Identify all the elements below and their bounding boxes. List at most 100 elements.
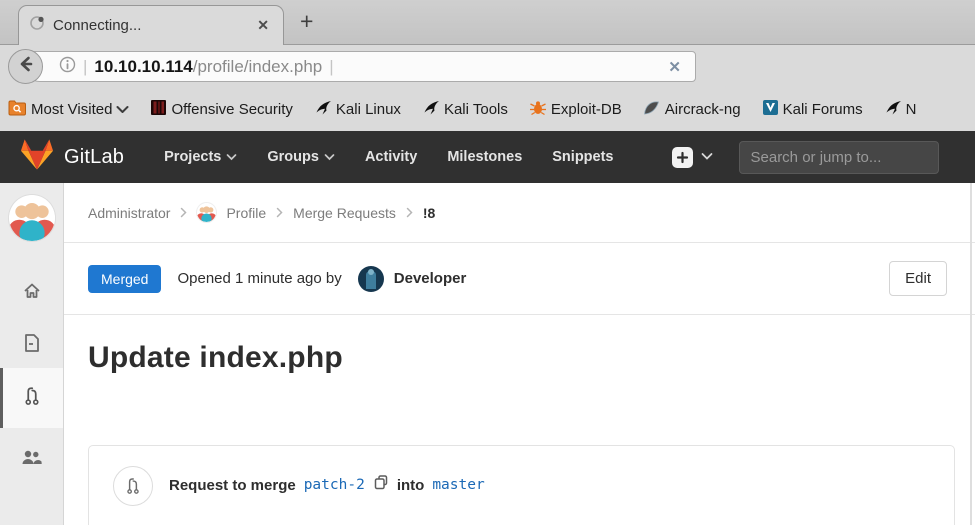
gitlab-navbar: GitLab Projects Groups Activity Mileston… bbox=[0, 131, 975, 183]
author-name[interactable]: Developer bbox=[394, 270, 467, 287]
chevron-down-icon bbox=[324, 149, 335, 165]
nav-label: Groups bbox=[267, 149, 319, 165]
target-branch-link[interactable]: master bbox=[432, 477, 484, 493]
into-text: into bbox=[397, 477, 425, 494]
bug-icon bbox=[529, 100, 547, 120]
nav-projects[interactable]: Projects bbox=[164, 149, 237, 165]
gitlab-brand-name: GitLab bbox=[64, 146, 124, 169]
browser-toolbar: | 10.10.10.114 /profile/index.php | ✕ bbox=[0, 44, 975, 88]
breadcrumb-merge-requests[interactable]: Merge Requests bbox=[293, 205, 396, 221]
kali-dragon-icon bbox=[884, 100, 902, 120]
bookmark-kali-linux[interactable]: Kali Linux bbox=[314, 100, 401, 120]
bookmark-offensive-security[interactable]: Offensive Security bbox=[150, 99, 292, 120]
bookmark-label: Offensive Security bbox=[171, 101, 292, 118]
bookmark-label: Exploit-DB bbox=[551, 101, 622, 118]
opened-text: Opened 1 minute ago by bbox=[177, 270, 341, 287]
main-panel: Administrator Profile bbox=[64, 183, 975, 525]
antenna-dish-icon bbox=[643, 100, 661, 120]
author-avatar[interactable] bbox=[358, 266, 384, 292]
kali-dragon-icon bbox=[314, 100, 332, 120]
offensive-security-icon bbox=[150, 99, 167, 120]
gitlab-search-input[interactable] bbox=[751, 149, 921, 166]
bookmark-exploit-db[interactable]: Exploit-DB bbox=[529, 100, 622, 120]
chevron-down-icon bbox=[116, 101, 129, 118]
gitlab-tanuki-icon bbox=[20, 138, 54, 176]
sidebar-item-merge-requests[interactable] bbox=[0, 368, 63, 428]
mr-widget-box: Request to merge patch-2 into master bbox=[88, 445, 955, 525]
chevron-right-icon bbox=[406, 205, 413, 221]
url-bar[interactable]: | 10.10.10.114 /profile/index.php | ✕ bbox=[24, 51, 696, 82]
folder-search-icon bbox=[8, 99, 27, 120]
status-badge: Merged bbox=[88, 265, 161, 293]
merge-request-icon bbox=[22, 385, 42, 412]
mr-title: Update index.php bbox=[88, 341, 947, 385]
breadcrumb-administrator[interactable]: Administrator bbox=[88, 205, 170, 221]
page-scrollbar[interactable] bbox=[970, 183, 972, 525]
nav-snippets[interactable]: Snippets bbox=[552, 149, 613, 165]
bookmark-label: Aircrack-ng bbox=[665, 101, 741, 118]
bookmark-aircrack-ng[interactable]: Aircrack-ng bbox=[643, 100, 741, 120]
kali-dragon-icon bbox=[422, 100, 440, 120]
request-prefix: Request to merge bbox=[169, 477, 296, 494]
bookmark-label: N bbox=[906, 101, 917, 118]
url-separator: | bbox=[329, 57, 333, 77]
bookmark-label: Kali Linux bbox=[336, 101, 401, 118]
chevron-down-icon bbox=[226, 149, 237, 165]
tab-close-icon[interactable]: ✕ bbox=[253, 15, 273, 36]
nav-milestones[interactable]: Milestones bbox=[447, 149, 522, 165]
bookmark-nethunter[interactable]: N bbox=[884, 100, 917, 120]
back-arrow-icon bbox=[17, 55, 35, 78]
nav-activity[interactable]: Activity bbox=[365, 149, 417, 165]
bookmarks-bar: Most Visited Offensive Security Kali Lin… bbox=[0, 88, 975, 131]
chevron-right-icon bbox=[276, 205, 283, 221]
edit-button[interactable]: Edit bbox=[889, 261, 947, 296]
breadcrumb-project[interactable]: Profile bbox=[226, 205, 266, 221]
tab-title: Connecting... bbox=[53, 17, 253, 34]
sidebar-item-members[interactable] bbox=[0, 438, 63, 482]
loading-spinner-icon bbox=[29, 15, 45, 36]
forum-icon bbox=[762, 99, 779, 120]
breadcrumb-mr-ref[interactable]: !8 bbox=[423, 205, 435, 221]
copy-icon[interactable] bbox=[373, 474, 389, 496]
nav-label: Milestones bbox=[447, 149, 522, 165]
gitlab-search-box[interactable] bbox=[739, 141, 939, 174]
bookmark-kali-tools[interactable]: Kali Tools bbox=[422, 100, 508, 120]
info-icon[interactable] bbox=[59, 56, 76, 78]
bookmark-label: Kali Forums bbox=[783, 101, 863, 118]
url-host: 10.10.10.114 bbox=[94, 57, 192, 77]
chevron-down-icon bbox=[701, 148, 713, 166]
nav-label: Snippets bbox=[552, 149, 613, 165]
file-icon bbox=[23, 333, 41, 358]
project-sidebar bbox=[0, 183, 64, 525]
project-avatar[interactable] bbox=[9, 195, 55, 241]
bookmark-label: Most Visited bbox=[31, 101, 112, 118]
url-separator: | bbox=[83, 57, 87, 77]
url-path: /profile/index.php bbox=[193, 57, 322, 77]
sidebar-item-home[interactable] bbox=[0, 271, 63, 315]
bookmark-label: Kali Tools bbox=[444, 101, 508, 118]
nav-label: Projects bbox=[164, 149, 221, 165]
project-avatar-small bbox=[197, 203, 216, 222]
breadcrumb: Administrator Profile bbox=[64, 183, 975, 243]
back-button[interactable] bbox=[8, 49, 43, 84]
nav-groups[interactable]: Groups bbox=[267, 149, 335, 165]
bookmark-kali-forums[interactable]: Kali Forums bbox=[762, 99, 863, 120]
nav-label: Activity bbox=[365, 149, 417, 165]
sidebar-item-repository[interactable] bbox=[0, 323, 63, 367]
bookmark-most-visited[interactable]: Most Visited bbox=[8, 99, 129, 120]
chevron-right-icon bbox=[180, 205, 187, 221]
merge-request-summary: Request to merge patch-2 into master bbox=[169, 474, 485, 496]
mr-status-row: Merged Opened 1 minute ago by Developer … bbox=[64, 243, 975, 315]
browser-tab-bar: Connecting... ✕ + bbox=[0, 0, 975, 44]
merge-request-icon bbox=[113, 466, 153, 506]
gitlab-logo[interactable]: GitLab bbox=[20, 138, 124, 176]
home-icon bbox=[22, 281, 42, 306]
clear-url-icon[interactable]: ✕ bbox=[662, 58, 687, 76]
page-content: Administrator Profile bbox=[0, 183, 975, 525]
source-branch-link[interactable]: patch-2 bbox=[304, 477, 365, 493]
new-menu-button[interactable] bbox=[672, 147, 713, 168]
browser-tab[interactable]: Connecting... ✕ bbox=[18, 5, 284, 45]
members-icon bbox=[21, 449, 42, 471]
new-tab-button[interactable]: + bbox=[300, 8, 313, 35]
plus-icon bbox=[672, 147, 693, 168]
